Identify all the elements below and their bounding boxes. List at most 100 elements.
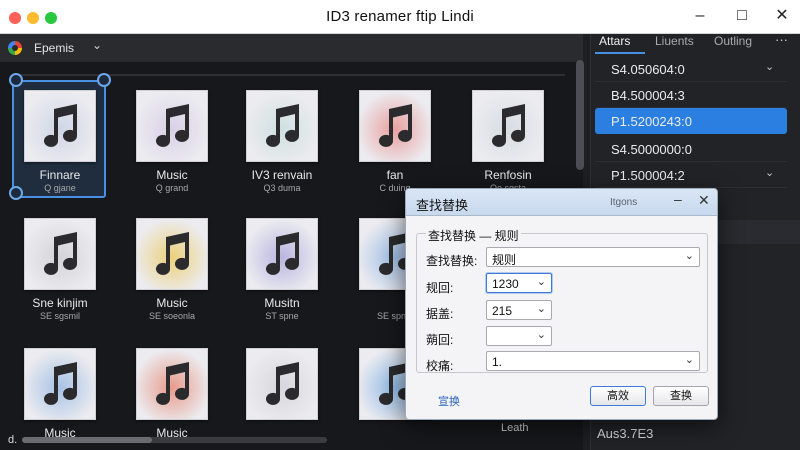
apply-button[interactable]: 高效 [590,386,646,406]
album-tile[interactable]: Music [10,348,110,450]
list-item-label: S4.050604:0 [611,62,685,77]
music-note-icon [266,104,299,147]
field-label: 规回: [426,281,454,295]
dialog-title-hint: Itgons [610,197,638,208]
album-art [24,90,96,162]
album-subtitle: Q grand [155,183,189,193]
album-subtitle: ST spne [265,311,299,321]
list-item[interactable]: S4.050604:0 ⌄ [595,56,787,82]
list-item[interactable]: B4.500004:3 [595,82,787,108]
toolbar: Epemis ⌄ [0,34,583,62]
select-value: 1. [492,355,503,369]
value-select-2[interactable]: 215 ⌄ [486,300,552,320]
list-item-label: P1.500004:2 [611,168,685,183]
close-icon[interactable]: ✕ [770,4,794,28]
chevron-down-icon: ⌄ [684,250,694,262]
profile-label[interactable]: Epemis [34,41,74,55]
value-select-1[interactable]: 1230 ⌄ [486,273,552,293]
music-note-icon [156,362,189,405]
minimize-icon[interactable]: – [688,4,712,28]
rule-select[interactable]: 规则 ⌄ [486,247,700,267]
chevron-down-icon[interactable]: ⌄ [92,38,102,52]
music-note-icon [156,104,189,147]
album-subtitle: SE sgsmil [39,311,80,321]
album-art [359,90,431,162]
tab-liuents[interactable]: Liuents [655,34,694,48]
field-label: 据盖: [426,307,454,321]
album-tile[interactable]: IV3 renvain Q3 duma [232,90,332,208]
list-item-selected[interactable]: P1.5200243:0 [595,108,787,134]
album-tile[interactable]: Music [122,348,222,450]
music-note-icon [44,104,77,147]
album-art [136,348,208,420]
value-select-4[interactable]: 1. ⌄ [486,351,700,371]
window-title: ID3 renamer ftip Lindi [326,8,474,25]
selection-handle[interactable] [9,73,23,87]
album-tile[interactable] [232,348,332,450]
find-replace-dialog: 查找替换 Itgons – ✕ 查找替换 — 规则 查找替换: 规则 ⌄ 规回:… [405,188,718,420]
album-title: Finnare [39,168,81,182]
list-item-label: P1.5200243:0 [611,114,692,129]
selection-handle[interactable] [97,73,111,87]
google-icon [8,41,22,55]
album-subtitle: Q gjane [44,183,76,193]
album-tile[interactable]: Musitn ST spne [232,218,332,336]
list-item[interactable]: P1.500004:2 ⌄ [595,162,787,188]
chevron-down-icon: ⌄ [536,303,546,315]
close-icon[interactable]: ✕ [698,192,710,209]
album-art [136,90,208,162]
reset-link[interactable]: 宣换 [438,393,460,409]
album-art [24,218,96,290]
chevron-down-icon[interactable]: ⌄ [765,166,774,179]
select-value: 1230 [492,277,519,291]
selection-handle[interactable] [9,186,23,200]
group-label: 查找替换 — 规则 [426,227,521,244]
album-tile[interactable]: Music Q grand [122,90,222,208]
chevron-down-icon: ⌄ [536,276,546,288]
value-select-3[interactable]: ⌄ [486,326,552,346]
album-art [136,218,208,290]
album-title: IV3 renvain [251,168,313,182]
album-art [246,348,318,420]
album-title: Renfosin [484,168,532,182]
album-art [246,90,318,162]
album-subtitle: Q3 duma [263,183,301,193]
album-art [24,348,96,420]
album-title: Music [156,168,188,182]
list-item[interactable]: S4.5000000:0 [595,136,787,162]
find-replace-label: 查找替换: [426,254,478,268]
dialog-title-bar: 查找替换 Itgons – ✕ [406,189,717,216]
more-icon[interactable]: ··· [775,32,788,47]
chevron-down-icon[interactable]: ⌄ [765,60,774,73]
album-title: fan [386,168,404,182]
corner-label: d. [8,434,18,446]
replace-button[interactable]: 查换 [653,386,709,406]
horizontal-scrollbar-thumb[interactable] [22,437,152,443]
album-tile[interactable]: Sne kinjim SE sgsmil [10,218,110,336]
field-label: 蒴回: [426,333,454,347]
vertical-scrollbar[interactable] [576,60,584,170]
minimize-icon[interactable]: – [674,191,682,207]
rule-select-value: 规则 [492,253,517,267]
panel-footer-value: Aus3.7E3 [597,426,654,441]
music-note-icon [156,232,189,275]
tile-caption: Leath [501,422,529,434]
dialog-title: 查找替换 [416,198,469,213]
album-tile[interactable]: Music SE soeonla [122,218,222,336]
music-note-icon [379,104,412,147]
select-value: 215 [492,304,513,318]
panel-tabs: Attars Liuents Outling ··· [591,32,800,54]
music-note-icon [266,362,299,405]
album-title: Music [156,296,188,310]
album-tile[interactable]: Finnare Q gjane [10,80,110,208]
album-title: Sne kinjim [32,296,88,310]
tab-outling[interactable]: Outling [714,34,752,48]
tab-attars[interactable]: Attars [599,34,630,48]
field-label: 校痛: [426,359,454,373]
active-tab-indicator [595,52,645,54]
list-item-label: S4.5000000:0 [611,142,692,157]
chevron-down-icon: ⌄ [684,354,694,366]
maximize-icon[interactable]: □ [730,4,754,28]
music-note-icon [266,232,299,275]
music-note-icon [44,362,77,405]
